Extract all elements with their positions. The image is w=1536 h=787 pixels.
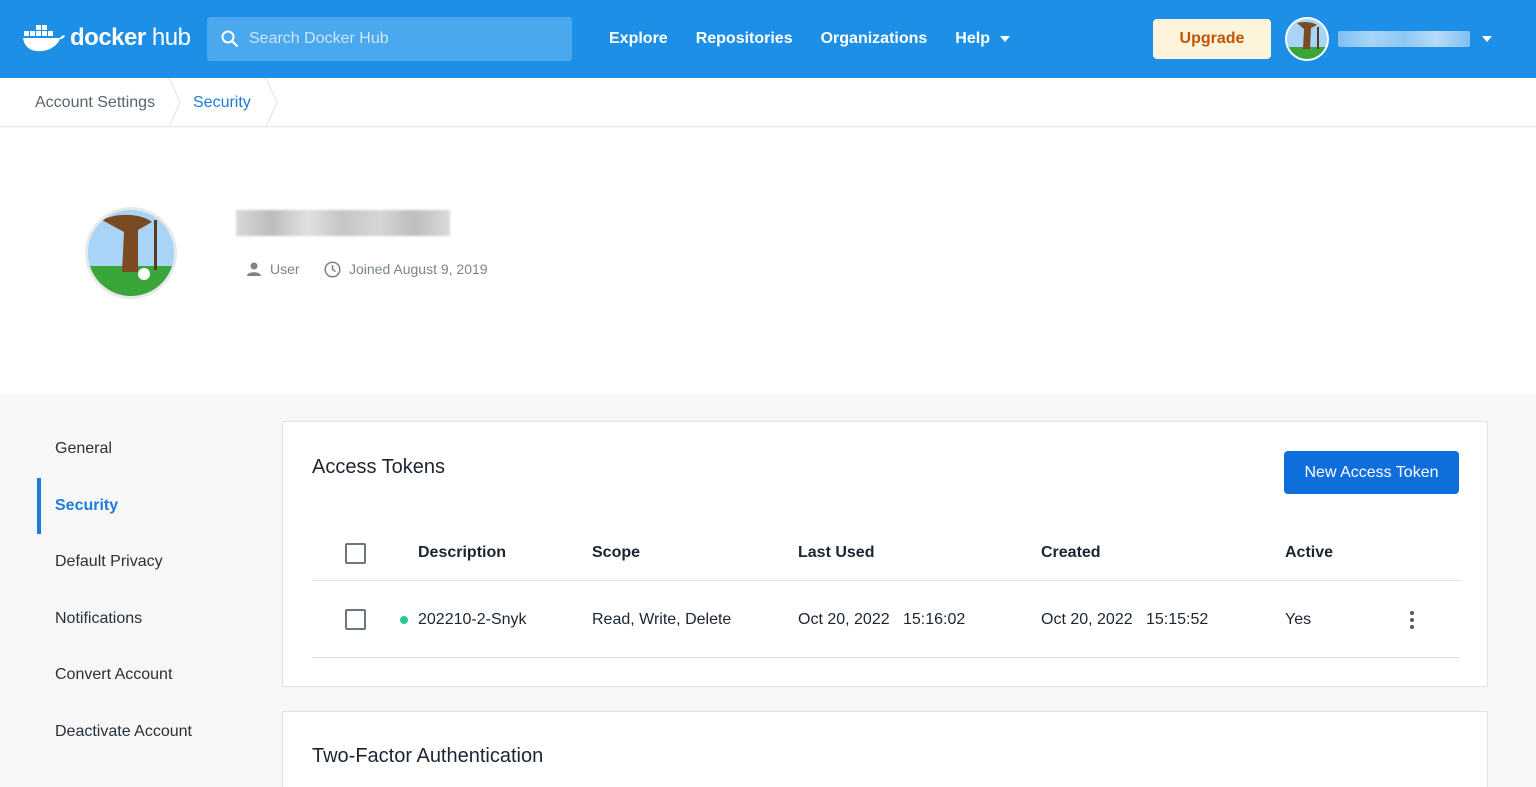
profile-name-redacted: [236, 210, 450, 236]
breadcrumb: Account Settings Security: [0, 78, 1536, 127]
logo-text: docker hub: [70, 24, 191, 51]
token-scope: Read, Write, Delete: [592, 610, 732, 628]
row-checkbox[interactable]: [345, 609, 366, 630]
table-row: 202210-2-Snyk Read, Write, Delete Oct 20…: [312, 582, 1460, 658]
select-all-checkbox[interactable]: [345, 542, 366, 564]
token-last-used: Oct 20, 2022 15:16:02: [798, 610, 966, 628]
docker-hub-logo[interactable]: docker hub: [22, 20, 191, 56]
chevron-down-icon[interactable]: [1482, 36, 1492, 42]
sidebar-item-convert-account[interactable]: Convert Account: [37, 647, 277, 703]
sidebar-item-deactivate-account[interactable]: Deactivate Account: [37, 704, 277, 760]
profile-avatar: [85, 207, 177, 299]
column-header-created[interactable]: Created: [1041, 526, 1101, 580]
column-header-active[interactable]: Active: [1285, 526, 1333, 580]
top-navbar: docker hub Explore Repositories Organiza…: [0, 0, 1536, 78]
token-description: 202210-2-Snyk: [400, 582, 527, 657]
username-redacted[interactable]: [1338, 31, 1470, 47]
tokens-table-header: Description Scope Last Used Created Acti…: [312, 526, 1460, 581]
access-tokens-card: Access Tokens New Access Token Descripti…: [282, 421, 1488, 687]
sidebar-item-security[interactable]: Security: [37, 478, 277, 534]
breadcrumb-separator-icon: [265, 78, 278, 127]
avatar[interactable]: [1285, 17, 1329, 61]
sidebar-item-default-privacy[interactable]: Default Privacy: [37, 534, 277, 590]
user-icon: [247, 262, 261, 276]
search-input[interactable]: [249, 30, 549, 48]
column-header-description[interactable]: Description: [418, 526, 506, 580]
nav-help[interactable]: Help: [955, 30, 1010, 48]
access-tokens-title: Access Tokens: [312, 456, 446, 478]
two-factor-title: Two-Factor Authentication: [312, 745, 544, 767]
nav-organizations[interactable]: Organizations: [821, 30, 928, 48]
tree-avatar-icon: [88, 210, 174, 296]
nav-explore[interactable]: Explore: [609, 30, 668, 48]
token-active: Yes: [1285, 610, 1312, 628]
breadcrumb-account-settings[interactable]: Account Settings: [35, 78, 155, 127]
clock-icon: [324, 260, 341, 278]
nav-repositories[interactable]: Repositories: [696, 30, 793, 48]
profile-role-label: User: [270, 261, 300, 277]
chevron-down-icon: [999, 36, 1010, 42]
column-header-last-used[interactable]: Last Used: [798, 526, 874, 580]
more-vertical-icon: [1407, 610, 1417, 629]
main-nav: Explore Repositories Organizations Help: [609, 0, 1038, 78]
upgrade-button[interactable]: Upgrade: [1153, 19, 1271, 59]
profile-header: User Joined August 9, 2019: [0, 128, 1536, 394]
status-dot-icon: [400, 615, 408, 624]
nav-help-label: Help: [955, 30, 990, 47]
row-actions-button[interactable]: [1407, 582, 1417, 657]
profile-joined: Joined August 9, 2019: [324, 258, 488, 280]
sidebar-item-notifications[interactable]: Notifications: [37, 591, 277, 647]
two-factor-card: Two-Factor Authentication: [282, 711, 1488, 787]
search-box[interactable]: [207, 17, 572, 61]
column-header-scope[interactable]: Scope: [592, 526, 640, 580]
search-icon: [221, 30, 239, 48]
token-description-text: 202210-2-Snyk: [418, 610, 527, 628]
breadcrumb-security[interactable]: Security: [193, 78, 251, 127]
new-access-token-button[interactable]: New Access Token: [1284, 451, 1459, 494]
breadcrumb-separator-icon: [168, 78, 181, 127]
profile-joined-label: Joined August 9, 2019: [349, 261, 488, 277]
tree-avatar-icon: [1287, 19, 1327, 59]
sidebar-item-general[interactable]: General: [37, 421, 277, 477]
token-created: Oct 20, 2022 15:15:52: [1041, 610, 1209, 628]
profile-role: User: [246, 258, 300, 280]
docker-whale-icon: [23, 25, 65, 52]
